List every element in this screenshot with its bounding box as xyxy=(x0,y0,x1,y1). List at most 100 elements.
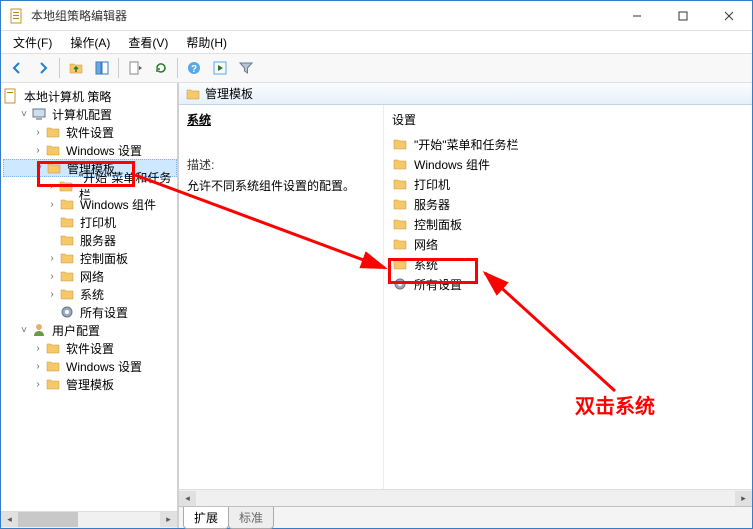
refresh-button[interactable] xyxy=(149,56,173,80)
export-button[interactable] xyxy=(123,56,147,80)
folder-icon xyxy=(45,124,61,140)
folder-icon xyxy=(45,142,61,158)
menu-help[interactable]: 帮助(H) xyxy=(178,32,235,53)
folder-icon xyxy=(392,176,408,192)
menu-action[interactable]: 操作(A) xyxy=(62,32,118,53)
tree-software-settings[interactable]: ›软件设置 xyxy=(3,123,177,141)
setting-start-taskbar[interactable]: "开始"菜单和任务栏 xyxy=(384,134,752,154)
folder-icon xyxy=(59,232,75,248)
window-title: 本地组策略编辑器 xyxy=(31,7,614,24)
chevron-right-icon[interactable]: › xyxy=(31,379,45,390)
folder-icon xyxy=(45,340,61,356)
folder-icon xyxy=(392,216,408,232)
setting-windows-components[interactable]: Windows 组件 xyxy=(384,154,752,174)
right-pane: 管理模板 系统 描述: 允许不同系统组件设置的配置。 设置 "开始"菜单和任务栏… xyxy=(179,83,752,528)
tab-extended[interactable]: 扩展 xyxy=(183,507,229,529)
chevron-right-icon[interactable]: › xyxy=(31,361,45,372)
up-button[interactable] xyxy=(64,56,88,80)
back-button[interactable] xyxy=(5,56,29,80)
tree-start-taskbar[interactable]: ›"开始"菜单和任务栏 xyxy=(3,177,177,195)
menu-file[interactable]: 文件(F) xyxy=(5,32,60,53)
tree-user-config[interactable]: ˅用户配置 xyxy=(3,321,177,339)
tree-system[interactable]: ›系统 xyxy=(3,285,177,303)
setting-all-settings[interactable]: 所有设置 xyxy=(384,274,752,294)
settings-header: 设置 xyxy=(384,111,752,134)
scroll-left-icon[interactable]: ◂ xyxy=(1,512,18,527)
tab-standard[interactable]: 标准 xyxy=(228,507,274,529)
tree-windows-settings[interactable]: ›Windows 设置 xyxy=(3,141,177,159)
scroll-right-icon[interactable]: ▸ xyxy=(735,491,752,506)
tree-computer-config[interactable]: ˅ 计算机配置 xyxy=(3,105,177,123)
tree-u-admin[interactable]: ›管理模板 xyxy=(3,375,177,393)
show-hide-tree-button[interactable] xyxy=(90,56,114,80)
setting-network[interactable]: 网络 xyxy=(384,234,752,254)
tree-hscrollbar[interactable]: ◂▸ xyxy=(1,511,177,528)
tree-all-settings[interactable]: 所有设置 xyxy=(3,303,177,321)
bottom-tabs: 扩展 标准 xyxy=(179,506,752,528)
chevron-right-icon[interactable]: › xyxy=(45,181,58,192)
tree-network[interactable]: ›网络 xyxy=(3,267,177,285)
tree-server[interactable]: 服务器 xyxy=(3,231,177,249)
folder-icon xyxy=(59,286,75,302)
tree-u-software[interactable]: ›软件设置 xyxy=(3,339,177,357)
chevron-right-icon[interactable]: › xyxy=(31,343,45,354)
tree-pane[interactable]: 本地计算机 策略 ˅ 计算机配置 ›软件设置 ›Windows 设置 ˅管理模板… xyxy=(1,83,179,511)
policy-icon xyxy=(3,88,19,104)
close-button[interactable] xyxy=(706,1,752,31)
description-label: 描述: xyxy=(187,156,375,173)
folder-icon xyxy=(392,196,408,212)
chevron-right-icon[interactable]: › xyxy=(31,145,45,156)
scroll-thumb[interactable] xyxy=(18,512,78,527)
chevron-right-icon[interactable]: › xyxy=(31,127,45,138)
list-hscrollbar[interactable]: ◂▸ xyxy=(179,489,752,506)
chevron-right-icon[interactable]: › xyxy=(45,199,59,210)
tree-root[interactable]: 本地计算机 策略 xyxy=(3,87,177,105)
setting-printer[interactable]: 打印机 xyxy=(384,174,752,194)
path-text: 管理模板 xyxy=(205,85,253,102)
computer-icon xyxy=(31,106,47,122)
tree-printer[interactable]: 打印机 xyxy=(3,213,177,231)
section-heading: 系统 xyxy=(187,111,375,128)
chevron-down-icon[interactable]: ˅ xyxy=(32,163,46,174)
tree-u-windows[interactable]: ›Windows 设置 xyxy=(3,357,177,375)
menubar: 文件(F) 操作(A) 查看(V) 帮助(H) xyxy=(1,31,752,53)
folder-icon xyxy=(46,160,62,176)
description-column: 系统 描述: 允许不同系统组件设置的配置。 xyxy=(179,105,384,489)
scroll-left-icon[interactable]: ◂ xyxy=(179,491,196,506)
tree-control-panel[interactable]: ›控制面板 xyxy=(3,249,177,267)
folder-icon xyxy=(392,236,408,252)
folder-icon xyxy=(392,156,408,172)
help-button[interactable]: ? xyxy=(182,56,206,80)
settings-icon xyxy=(59,304,75,320)
toolbar: ? xyxy=(1,53,752,83)
chevron-right-icon[interactable]: › xyxy=(45,271,59,282)
minimize-button[interactable] xyxy=(614,1,660,31)
folder-icon xyxy=(59,196,75,212)
settings-icon xyxy=(392,276,408,292)
chevron-right-icon[interactable]: › xyxy=(45,289,59,300)
description-text: 允许不同系统组件设置的配置。 xyxy=(187,177,375,194)
maximize-button[interactable] xyxy=(660,1,706,31)
chevron-down-icon[interactable]: ˅ xyxy=(17,109,31,120)
folder-icon xyxy=(45,358,61,374)
user-icon xyxy=(31,322,47,338)
chevron-right-icon[interactable]: › xyxy=(45,253,59,264)
chevron-down-icon[interactable]: ˅ xyxy=(17,325,31,336)
tree-windows-components[interactable]: ›Windows 组件 xyxy=(3,195,177,213)
scroll-right-icon[interactable]: ▸ xyxy=(160,512,177,527)
svg-text:?: ? xyxy=(191,64,197,75)
play-button[interactable] xyxy=(208,56,232,80)
setting-control-panel[interactable]: 控制面板 xyxy=(384,214,752,234)
setting-server[interactable]: 服务器 xyxy=(384,194,752,214)
folder-icon xyxy=(45,376,61,392)
path-header: 管理模板 xyxy=(179,83,752,105)
setting-system[interactable]: 系统 xyxy=(384,254,752,274)
folder-icon xyxy=(59,214,75,230)
forward-button[interactable] xyxy=(31,56,55,80)
filter-button[interactable] xyxy=(234,56,258,80)
folder-icon xyxy=(59,268,75,284)
menu-view[interactable]: 查看(V) xyxy=(120,32,176,53)
folder-icon xyxy=(185,86,201,102)
folder-icon xyxy=(58,178,74,194)
folder-icon xyxy=(392,256,408,272)
